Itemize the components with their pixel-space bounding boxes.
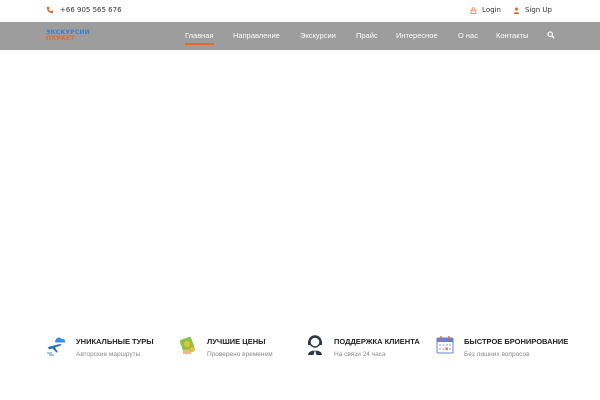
login-label: Login	[482, 6, 501, 14]
feature-title: ЛУЧШИЕ ЦЕНЫ	[207, 337, 266, 346]
auth-links: Login Sign Up	[458, 6, 552, 14]
hero-area	[0, 50, 600, 325]
nav-item-home[interactable]: Главная	[185, 31, 214, 45]
phone-number: +66 905 565 676	[60, 6, 122, 14]
lock-icon	[470, 6, 477, 14]
feature-title: БЫСТРОЕ БРОНИРОВАНИЕ	[464, 337, 569, 346]
feature-client-support: ПОДДЕРЖКА КЛИЕНТА На связи 24 часа	[304, 334, 424, 364]
nav-item-contacts[interactable]: Контакты	[496, 31, 528, 40]
nav-item-destinations[interactable]: Направление	[233, 31, 280, 40]
calendar-icon	[436, 336, 454, 354]
logo-line-2: ПХУКЕТ	[46, 35, 75, 42]
signup-link[interactable]: Sign Up	[513, 6, 552, 14]
nav-item-excursions[interactable]: Экскурсии	[300, 31, 336, 40]
user-icon	[513, 7, 520, 14]
money-icon	[179, 336, 195, 354]
feature-subtitle: Проверено временем	[207, 351, 273, 358]
feature-fast-booking: БЫСТРОЕ БРОНИРОВАНИЕ Без лишних вопросов	[434, 334, 568, 364]
feature-title: ПОДДЕРЖКА КЛИЕНТА	[334, 337, 420, 346]
feature-title: УНИКАЛЬНЫЕ ТУРЫ	[76, 337, 154, 346]
signup-label: Sign Up	[524, 6, 552, 14]
support-agent-icon	[308, 335, 322, 355]
site-logo[interactable]: ЭКСКУРСИИ ПХУКЕТ	[46, 29, 96, 43]
phone-contact[interactable]: +66 905 565 676	[46, 6, 122, 14]
nav-item-interesting[interactable]: Интересное	[396, 31, 438, 40]
nav-item-about[interactable]: О нас	[458, 31, 478, 40]
login-link[interactable]: Login	[470, 6, 501, 14]
search-icon[interactable]	[547, 31, 555, 39]
top-bar: +66 905 565 676 Login Sign Up	[0, 0, 600, 22]
airplane-cloud-icon	[47, 337, 66, 356]
phone-icon	[46, 6, 54, 14]
main-navbar: ЭКСКУРСИИ ПХУКЕТ Главная Направление Экс…	[0, 22, 600, 50]
feature-best-prices: ЛУЧШИЕ ЦЕНЫ Проверено временем	[177, 334, 287, 364]
feature-subtitle: На связи 24 часа	[334, 351, 386, 358]
feature-unique-tours: УНИКАЛЬНЫЕ ТУРЫ Авторские маршруты	[46, 334, 166, 364]
feature-subtitle: Без лишних вопросов	[464, 351, 530, 358]
nav-item-prices[interactable]: Прайс	[356, 31, 378, 40]
feature-subtitle: Авторские маршруты	[76, 351, 141, 358]
